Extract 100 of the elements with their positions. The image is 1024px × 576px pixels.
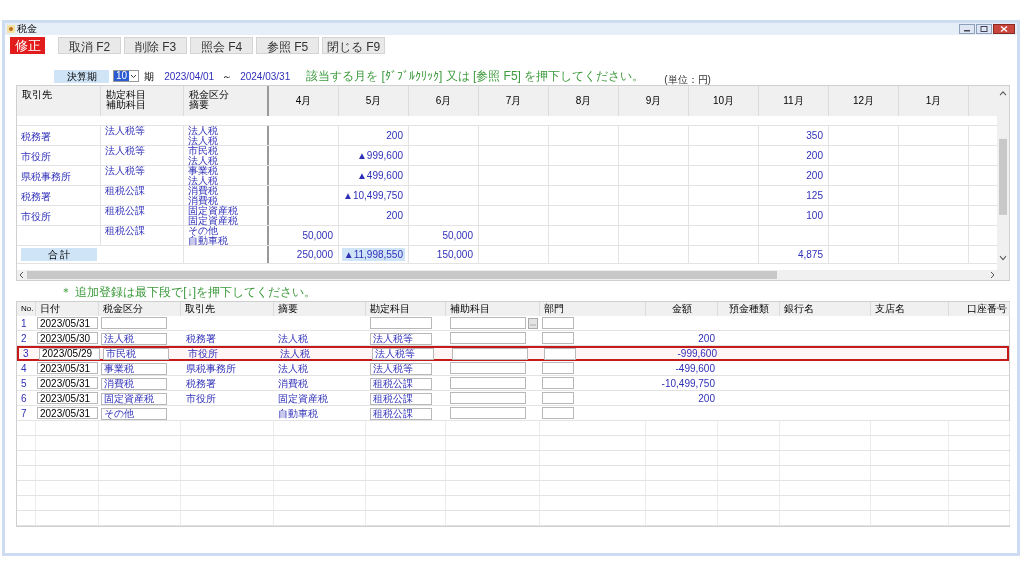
department-field[interactable] [544,347,576,360]
department-field[interactable] [542,332,574,344]
table-row[interactable]: 4 2023/05/31 事業税 県税事務所 法人税 法人税等 -499,600 [17,361,1009,376]
amount-text: 200 [386,129,403,143]
summary-text: 法人税 [188,156,218,166]
tax-category-field[interactable]: 固定資産税 [101,392,167,405]
tax-category-field[interactable] [101,317,167,329]
date-field[interactable]: 2023/05/30 [37,332,98,344]
tax-category-field[interactable]: 法人税 [101,332,167,345]
toolbar-button[interactable]: 照会 F4 [190,36,253,54]
date-field[interactable]: 2023/05/31 [37,377,98,389]
tax-category-text: 事業税 [188,166,218,176]
window-title: 税金 [17,24,37,34]
column-header: 勘定科目 補助科目 [101,86,184,116]
sub-account-field[interactable] [452,347,528,360]
amount-text: 200 [806,169,823,183]
total-cell-text: 250,000 [295,248,334,261]
amount-text: 50,000 [302,229,333,243]
row-number: 2 [21,332,27,344]
date-field[interactable]: 2023/05/31 [37,362,98,374]
tax-category-field[interactable]: その他 [101,407,167,420]
table-cell: 法人税等 [101,146,184,165]
table-cell: 市役所 [17,206,101,225]
department-field[interactable] [542,362,574,374]
table-cell: 租税公課 [101,206,184,225]
total-cell-text: 150,000 [435,248,474,261]
column-header: 10月 [689,86,759,116]
account-field[interactable] [370,317,432,329]
sub-account-field[interactable] [450,377,526,389]
table-cell: 税務署 [17,126,101,145]
partner-text: 県税事務所 [186,362,236,374]
account-field[interactable]: 租税公課 [370,377,432,390]
account-field[interactable]: 法人税等 [370,362,432,375]
tax-category-field[interactable]: 市民税 [103,348,169,360]
sub-account-field[interactable] [450,362,526,374]
date-field[interactable]: 2023/05/31 [37,392,98,404]
account-field[interactable]: 租税公課 [370,392,432,405]
partner-text: 税務署 [186,332,216,344]
sub-account-field[interactable] [450,317,526,329]
account-field[interactable]: 法人税等 [372,348,434,360]
sub-account-field[interactable] [450,392,526,404]
toolbar-button[interactable]: 参照 F5 [256,36,319,54]
amount-text: 200 [806,149,823,163]
term-select[interactable]: 10 [113,70,140,82]
column-header: 税金区分 摘要 [184,86,269,116]
horizontal-scrollbar[interactable] [17,270,1009,280]
maximize-icon[interactable] [976,24,992,34]
vertical-scrollbar[interactable] [997,86,1009,270]
app-icon [7,25,15,33]
tax-category-text: 市民税 [188,146,218,156]
tax-category-text: 固定資産税 [188,206,238,216]
sub-account-field[interactable] [450,407,526,419]
minimize-icon[interactable] [959,24,975,34]
summary-text: 固定資産税 [278,392,328,404]
column-header: 1月 [899,86,969,116]
summary-text: 法人税 [188,136,218,146]
toolbar-button[interactable]: 閉じる F9 [322,36,385,54]
date-separator: ～ [222,69,233,84]
date-field[interactable]: 2023/05/31 [37,317,98,329]
tax-category-field[interactable]: 消費税 [101,377,167,390]
amount-text: -999,600 [677,348,717,359]
row-number: 3 [23,348,29,359]
row-number: 5 [21,377,27,389]
table-row[interactable]: 7 2023/05/31 その他 自動車税 租税公課 [17,406,1009,421]
entry-note: ＊ 追加登録は最下段で[↓]を押下してください。 [60,285,317,299]
department-field[interactable] [542,377,574,389]
toolbar-button[interactable]: 取消 F2 [58,36,121,54]
date-field[interactable]: 2023/05/31 [37,407,98,419]
table-row[interactable]: 5 2023/05/31 消費税 税務署 消費税 租税公課 -10,499,750 [17,376,1009,391]
table-row[interactable]: 1 2023/05/31 [17,316,1009,331]
department-field[interactable] [542,407,574,419]
amount-text: 125 [806,189,823,203]
account-field[interactable]: 法人税等 [370,332,432,345]
column-header: 5月 [339,86,409,116]
table-cell: 県税事務所 [17,166,101,185]
table-cell: 租税公課 [101,226,184,245]
table-cell: 法人税等 [101,166,184,185]
amount-text: ▲10,499,750 [343,189,403,203]
row-number: 1 [21,317,27,329]
department-field[interactable] [542,317,574,329]
row-number: 7 [21,407,27,419]
start-date: 2023/04/01 [164,69,215,84]
toolbar-button[interactable]: 削除 F3 [124,36,187,54]
column-header: 取引先 [17,86,101,116]
end-date: 2024/03/31 [240,69,291,84]
sub-account-field[interactable] [450,332,526,344]
summary-text: 自動車税 [278,407,318,419]
total-label: 合 計 [21,248,97,261]
department-field[interactable] [542,392,574,404]
table-row[interactable]: 3 2023/05/29 市民税 市役所 法人税 法人税等 -999,600 [17,346,1009,361]
browse-icon[interactable] [528,317,538,329]
summary-text: 自動車税 [188,236,228,246]
table-row[interactable]: 6 2023/05/31 固定資産税 市役所 固定資産税 租税公課 200 [17,391,1009,406]
account-field[interactable]: 租税公課 [370,407,432,420]
date-field[interactable]: 2023/05/29 [39,347,100,360]
close-icon[interactable] [993,24,1015,34]
column-header: 8月 [549,86,619,116]
table-row[interactable]: 2 2023/05/30 法人税 税務署 法人税 法人税等 200 [17,331,1009,346]
tax-category-field[interactable]: 事業税 [101,362,167,375]
amount-text: ▲999,600 [356,149,403,163]
